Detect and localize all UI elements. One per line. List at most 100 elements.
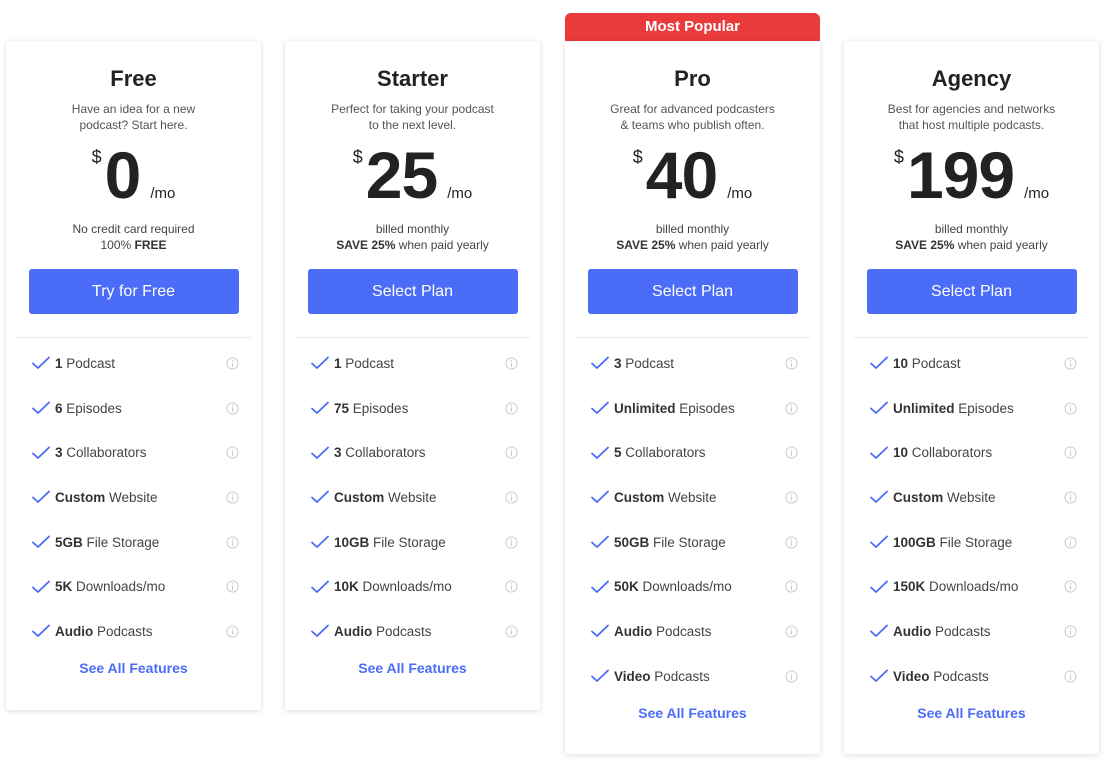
info-icon[interactable] [1064, 625, 1077, 638]
check-icon [870, 446, 888, 459]
check-icon [870, 356, 888, 370]
divider [295, 337, 530, 338]
info-icon[interactable] [226, 446, 239, 459]
info-icon[interactable] [226, 491, 239, 504]
plan-title: Starter [377, 66, 448, 91]
check-icon [591, 491, 609, 504]
info-icon[interactable] [505, 625, 518, 638]
divider [16, 337, 251, 338]
info-icon[interactable] [505, 491, 518, 504]
feature-label: 50K Downloads/mo [614, 579, 732, 595]
feature-label: 150K Downloads/mo [893, 579, 1019, 595]
feature-item: Video Podcasts [844, 654, 1099, 699]
feature-label: 3 Podcast [614, 355, 675, 371]
info-icon[interactable] [1064, 580, 1077, 593]
see-all-features-link[interactable]: See All Features [844, 705, 1099, 721]
feature-label: 5GB File Storage [55, 534, 160, 550]
info-icon[interactable] [1064, 670, 1077, 683]
feature-item: Custom Website [565, 475, 820, 520]
billing-note: billed monthly SAVE 25% when paid yearly [336, 222, 489, 252]
check-icon [870, 580, 888, 593]
feature-label: Audio Podcasts [55, 623, 153, 639]
info-icon[interactable] [1064, 536, 1077, 549]
price-period: /mo [727, 185, 753, 202]
plan-cta-button[interactable]: Select Plan [307, 269, 518, 314]
feature-item: 3 Collaborators [285, 430, 540, 475]
info-icon[interactable] [505, 580, 518, 593]
check-icon [591, 580, 609, 593]
feature-list: 1 Podcast 75 Episodes 3 Collaborators Cu… [285, 341, 540, 654]
feature-item: Video Podcasts [565, 654, 820, 699]
info-icon[interactable] [226, 580, 239, 593]
feature-item: Audio Podcasts [844, 609, 1099, 654]
check-icon [311, 446, 329, 459]
info-icon[interactable] [1064, 401, 1077, 415]
info-icon[interactable] [1064, 357, 1077, 370]
info-icon[interactable] [226, 536, 239, 549]
info-icon[interactable] [226, 625, 239, 638]
info-icon[interactable] [785, 536, 798, 549]
price-amount: 40 [645, 138, 718, 212]
check-icon [32, 625, 50, 638]
price-period: /mo [1024, 185, 1050, 202]
feature-item: Unlimited Episodes [844, 386, 1099, 431]
feature-list: 1 Podcast 6 Episodes 3 Collaborators Cus… [6, 341, 261, 654]
info-icon[interactable] [785, 357, 798, 370]
feature-label: 6 Episodes [55, 400, 122, 416]
info-icon[interactable] [785, 491, 798, 504]
feature-label: Video Podcasts [893, 668, 989, 684]
info-icon[interactable] [505, 536, 518, 549]
info-icon[interactable] [226, 357, 239, 370]
price-period: /mo [150, 185, 176, 202]
plan-cta-button[interactable]: Select Plan [587, 269, 798, 314]
feature-label: Custom Website [55, 489, 158, 505]
feature-item: Custom Website [6, 475, 261, 520]
currency-symbol: $ [352, 147, 363, 167]
info-icon[interactable] [785, 580, 798, 593]
info-icon[interactable] [785, 625, 798, 638]
check-icon [591, 446, 609, 459]
info-icon[interactable] [226, 401, 239, 415]
plan-price: $ 25 /mo [285, 139, 540, 217]
info-icon[interactable] [505, 357, 518, 370]
price-amount: 25 [365, 138, 438, 212]
feature-label: Custom Website [614, 489, 717, 505]
feature-item: 100GB File Storage [844, 520, 1099, 565]
plan-card-pro: Pro Great for advanced podcasters & teams… [565, 41, 820, 754]
feature-item: 6 Episodes [6, 386, 261, 431]
plan-card-starter: Starter Perfect for taking your podcast t… [285, 41, 540, 710]
check-icon [591, 401, 609, 414]
info-icon[interactable] [1064, 446, 1077, 459]
billing-note: No credit card required 100% FREE [72, 222, 195, 252]
feature-item: 3 Collaborators [6, 430, 261, 475]
info-icon[interactable] [505, 401, 518, 415]
info-icon[interactable] [505, 446, 518, 459]
feature-item: Audio Podcasts [285, 609, 540, 654]
info-icon[interactable] [785, 446, 798, 459]
most-popular-badge: Most Popular [565, 13, 820, 41]
feature-label: Custom Website [334, 489, 437, 505]
see-all-features-link[interactable]: See All Features [285, 660, 540, 676]
feature-list: 10 Podcast Unlimited Episodes 10 Collabo… [844, 341, 1099, 699]
check-icon [32, 446, 50, 459]
feature-item: 50K Downloads/mo [565, 564, 820, 609]
check-icon [870, 669, 888, 683]
plan-price: $ 40 /mo [565, 139, 820, 217]
plan-cta-button[interactable]: Select Plan [866, 269, 1077, 314]
feature-label: Audio Podcasts [334, 623, 432, 639]
check-icon [311, 625, 329, 638]
check-icon [32, 356, 50, 370]
currency-symbol: $ [632, 147, 643, 167]
info-icon[interactable] [785, 670, 798, 683]
feature-item: 5K Downloads/mo [6, 564, 261, 609]
see-all-features-link[interactable]: See All Features [565, 705, 820, 721]
check-icon [311, 401, 329, 414]
see-all-features-link[interactable]: See All Features [6, 660, 261, 676]
plan-cta-button[interactable]: Try for Free [28, 269, 239, 314]
feature-label: 50GB File Storage [614, 534, 726, 550]
price-period: /mo [447, 185, 473, 202]
feature-item: 5 Collaborators [565, 430, 820, 475]
info-icon[interactable] [1064, 491, 1077, 504]
info-icon[interactable] [785, 401, 798, 415]
check-icon [591, 356, 609, 370]
